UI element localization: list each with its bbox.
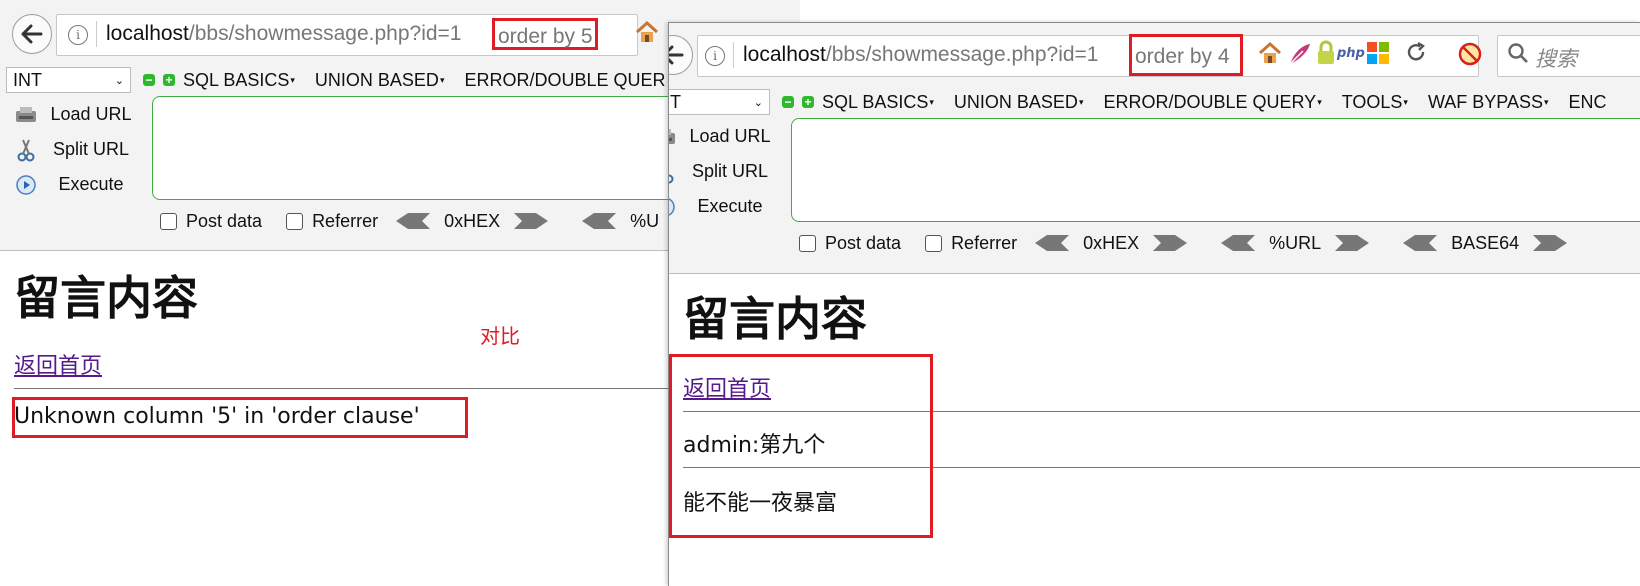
type-select-value: INT <box>13 69 42 90</box>
left-arrow-icon[interactable] <box>396 213 431 229</box>
execute-button[interactable]: Execute <box>669 189 775 224</box>
home-icon[interactable] <box>634 20 660 51</box>
hex-label: 0xHEX <box>444 210 501 231</box>
hex-label: 0xHEX <box>1083 232 1140 253</box>
split-url-button[interactable]: Split URL <box>669 154 775 189</box>
type-select[interactable]: INT ⌄ <box>6 67 131 93</box>
load-url-button[interactable]: Load URL <box>6 97 136 132</box>
url-encode-label: %U <box>630 210 660 231</box>
right-arrow-icon[interactable] <box>514 213 549 229</box>
menu-union-based[interactable]: UNION BASED▾ <box>954 92 1084 113</box>
menu-union-based[interactable]: UNION BASED▾ <box>315 70 445 91</box>
back-arrow-icon <box>21 24 43 44</box>
back-arrow-icon <box>669 45 684 65</box>
url-textarea[interactable] <box>791 118 1640 222</box>
url-highlight-text: order by 5 <box>498 25 593 48</box>
home-link[interactable]: 返回首页 <box>14 348 102 380</box>
play-icon <box>6 174 46 196</box>
left-arrow-icon[interactable] <box>1221 235 1256 251</box>
hackbar-menu: INT ⌄ − + SQL BASICS▾ UNION BASED▾ ERROR/… <box>6 63 686 97</box>
minus-icon[interactable]: − <box>782 96 794 108</box>
execute-button[interactable]: Execute <box>6 167 136 202</box>
menu-error-double-query[interactable]: ERROR/DOUBLE QUERY▾ <box>1103 92 1321 113</box>
menu-waf-bypass[interactable]: WAF BYPASS▾ <box>1428 92 1549 113</box>
base64-label: BASE64 <box>1451 232 1520 253</box>
plus-icon[interactable]: + <box>802 96 814 108</box>
reload-icon[interactable] <box>1405 41 1427 70</box>
back-button[interactable] <box>12 14 52 54</box>
menu-tools[interactable]: TOOLS▾ <box>1342 92 1408 113</box>
url-path: /bbs/showmessage.php?id=1 <box>825 43 1099 66</box>
chevron-down-icon: ⌄ <box>753 96 763 109</box>
divider <box>733 42 734 68</box>
load-url-icon <box>669 127 685 147</box>
plus-icon[interactable]: + <box>163 74 175 86</box>
post-data-checkbox[interactable] <box>160 212 177 230</box>
post-data-label: Post data <box>825 232 902 253</box>
search-placeholder: 搜索 <box>1535 48 1577 71</box>
url-host: localhost <box>743 43 826 66</box>
home-icon[interactable] <box>1257 41 1283 72</box>
hackbar-sidebar: Load URL Split URL Execute <box>6 97 136 202</box>
minus-icon[interactable]: − <box>143 74 155 86</box>
info-icon[interactable]: i <box>68 25 88 45</box>
scissors-icon <box>6 138 46 162</box>
url-highlight-text: order by 4 <box>1135 45 1230 68</box>
divider <box>96 21 97 47</box>
back-button[interactable] <box>669 35 693 75</box>
play-icon <box>669 196 685 218</box>
blocked-icon[interactable] <box>1457 41 1483 74</box>
feather-icon[interactable] <box>1287 41 1313 74</box>
options-row: Post data Referrer 0xHEX %URL BASE64 <box>799 229 1581 257</box>
error-highlight-box <box>12 397 468 438</box>
url-path: /bbs/showmessage.php?id=1 <box>188 22 462 45</box>
post-data-label: Post data <box>186 210 263 231</box>
menu-encoding[interactable]: ENC <box>1569 92 1607 113</box>
url-text[interactable]: localhost/bbs/showmessage.php?id=1 <box>743 43 1099 67</box>
referrer-label: Referrer <box>951 232 1018 253</box>
chevron-down-icon: ⌄ <box>114 74 124 87</box>
result-highlight-box <box>669 354 933 538</box>
options-row: Post data Referrer 0xHEX %U <box>160 207 659 235</box>
left-arrow-icon[interactable] <box>582 213 617 229</box>
hackbar-sidebar: Load URL Split URL Execute <box>669 119 775 224</box>
menu-sql-basics[interactable]: SQL BASICS▾ <box>183 70 295 91</box>
lock-icon[interactable] <box>1317 40 1335 73</box>
type-select-value: INT <box>669 91 681 112</box>
browser-window-right: i localhost/bbs/showmessage.php?id=1 ord… <box>668 22 1640 586</box>
hackbar-menu: INT ⌄ − + SQL BASICS▾ UNION BASED▾ ERROR/… <box>669 85 1627 119</box>
search-icon <box>1507 42 1529 71</box>
load-url-icon <box>6 105 46 125</box>
url-highlight-box: order by 5 <box>492 18 598 50</box>
url-encode-label: %URL <box>1269 232 1322 253</box>
page-title: 留言内容 <box>683 292 867 346</box>
url-host: localhost <box>106 22 189 45</box>
referrer-checkbox[interactable] <box>925 234 943 252</box>
php-icon[interactable]: php <box>1337 40 1365 68</box>
windows-icon[interactable] <box>1367 42 1389 71</box>
url-highlight-box: order by 4 <box>1129 34 1243 76</box>
right-arrow-icon[interactable] <box>1153 235 1188 251</box>
referrer-label: Referrer <box>312 210 379 231</box>
split-url-button[interactable]: Split URL <box>6 132 136 167</box>
post-data-checkbox[interactable] <box>799 234 816 252</box>
menu-sql-basics[interactable]: SQL BASICS▾ <box>822 92 934 113</box>
right-arrow-icon[interactable] <box>1335 235 1370 251</box>
toolbar-area: i localhost/bbs/showmessage.php?id=1 ord… <box>669 23 1640 274</box>
referrer-checkbox[interactable] <box>286 212 304 230</box>
left-arrow-icon[interactable] <box>1035 235 1070 251</box>
url-text[interactable]: localhost/bbs/showmessage.php?id=1 <box>106 22 462 46</box>
right-arrow-icon[interactable] <box>1533 235 1568 251</box>
left-arrow-icon[interactable] <box>1403 235 1438 251</box>
load-url-button[interactable]: Load URL <box>669 119 775 154</box>
type-select[interactable]: INT ⌄ <box>669 89 770 115</box>
scissors-icon <box>669 160 685 184</box>
page-title: 留言内容 <box>14 271 198 325</box>
comparison-annotation: 对比 <box>480 324 520 348</box>
divider <box>14 388 674 389</box>
info-icon[interactable]: i <box>705 46 725 66</box>
menu-error-double-query[interactable]: ERROR/DOUBLE QUER <box>464 70 665 91</box>
